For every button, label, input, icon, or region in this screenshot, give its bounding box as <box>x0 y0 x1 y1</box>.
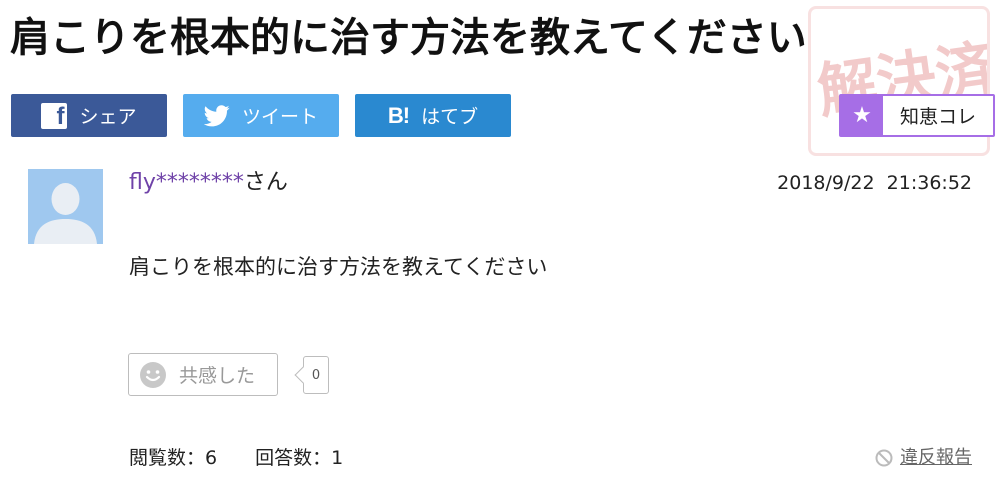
user-avatar[interactable] <box>28 169 103 244</box>
twitter-bird-icon <box>203 104 230 127</box>
chiebukuro-collection-button[interactable]: ★ 知恵コレ <box>839 94 995 137</box>
facebook-icon: f <box>41 102 68 129</box>
smile-icon <box>140 361 166 388</box>
question-author: fly********さん <box>129 168 288 198</box>
view-count: 閲覧数：6 <box>129 447 218 469</box>
author-name-link[interactable]: fly******** <box>129 170 244 195</box>
chiebukuro-collection-label: 知恵コレ <box>899 106 976 128</box>
report-violation-link[interactable]: 違反報告 <box>875 444 972 472</box>
twitter-share-button[interactable]: ツイート <box>183 94 339 137</box>
posted-timestamp: 2018/9/22 21:36:52 <box>777 172 972 194</box>
prohibited-icon <box>875 449 893 467</box>
report-violation-label: 違反報告 <box>900 447 972 468</box>
twitter-share-label: ツイート <box>241 106 318 128</box>
hatena-bookmark-label: はてブ <box>421 106 479 128</box>
answer-count: 回答数：1 <box>255 447 344 469</box>
question-stats: 閲覧数：6 回答数：1 <box>129 444 381 472</box>
page-title: 肩こりを根本的に治す方法を教えてください <box>10 15 807 61</box>
hatena-bookmark-button[interactable]: B! はてブ <box>355 94 511 137</box>
facebook-share-label: シェア <box>79 106 137 128</box>
star-icon: ★ <box>841 96 883 135</box>
default-user-silhouette-icon <box>28 169 103 244</box>
author-honorific: さん <box>243 170 288 195</box>
empathy-count-badge: 0 <box>303 356 329 394</box>
hatena-bookmark-icon: B! <box>387 102 410 128</box>
facebook-share-button[interactable]: f シェア <box>11 94 167 137</box>
empathy-label: 共感した <box>179 365 256 387</box>
question-body: 肩こりを根本的に治す方法を教えてください <box>129 255 548 279</box>
empathy-button[interactable]: 共感した <box>128 353 278 396</box>
